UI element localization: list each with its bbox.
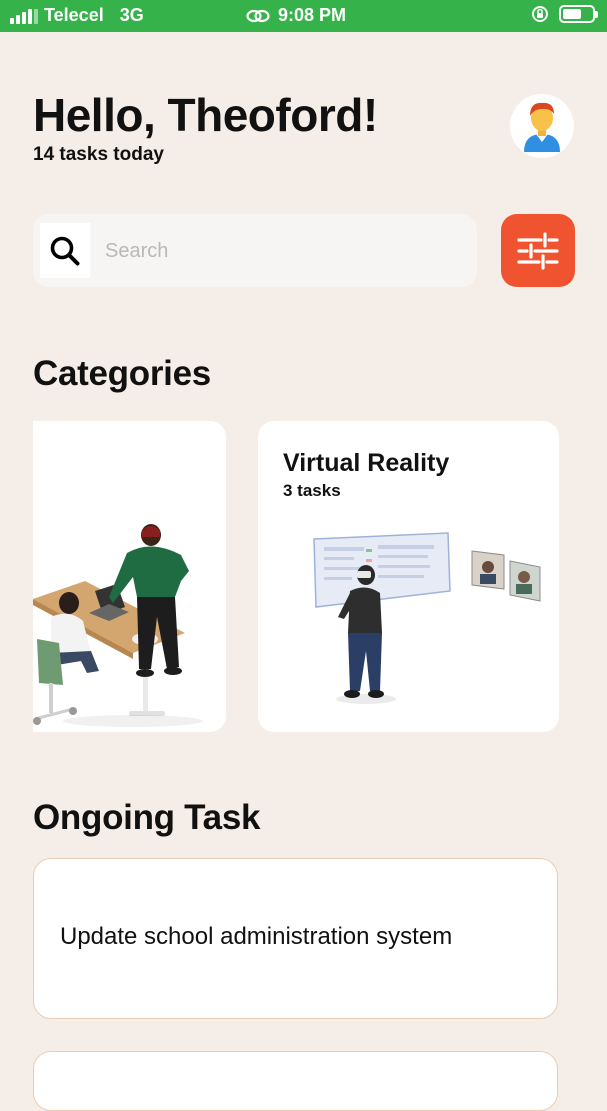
vr-illustration [313, 532, 541, 704]
signal-icon [10, 8, 38, 24]
user-avatar-icon [524, 102, 560, 152]
clock: 9:08 PM [278, 5, 347, 25]
status-bar: Telecel 3G 9:08 PM [0, 0, 607, 32]
category-card[interactable] [33, 421, 226, 732]
status-left: Telecel 3G [10, 5, 144, 26]
search-input[interactable] [105, 234, 465, 268]
category-title: Virtual Reality [283, 449, 450, 477]
ongoing-task-heading: Ongoing Task [33, 798, 261, 837]
search-icon [50, 236, 80, 265]
task-card[interactable] [33, 1051, 558, 1111]
carrier-name: Telecel [44, 5, 104, 25]
task-card[interactable]: Update school administration system [33, 858, 558, 1019]
category-card-virtual-reality[interactable]: Virtual Reality 3 tasks [258, 421, 559, 732]
status-right [531, 5, 598, 23]
avatar[interactable] [510, 94, 574, 158]
categories-heading: Categories [33, 354, 211, 393]
battery-icon [559, 5, 598, 23]
page-title: Hello, Theoford! [33, 89, 378, 141]
sliders-icon [517, 231, 559, 270]
filter-button[interactable] [501, 214, 575, 287]
orientation-lock-icon [532, 6, 548, 22]
search-bar[interactable] [33, 214, 477, 287]
tasks-today-count: 14 tasks today [33, 144, 164, 165]
link-icon [246, 9, 270, 22]
office-desk-illustration [33, 524, 203, 727]
status-center: 9:08 PM [246, 5, 346, 26]
task-title: Update school administration system [60, 923, 453, 950]
search-button[interactable] [40, 223, 90, 278]
network-type: 3G [119, 5, 144, 25]
category-task-count: 3 tasks [283, 481, 341, 500]
